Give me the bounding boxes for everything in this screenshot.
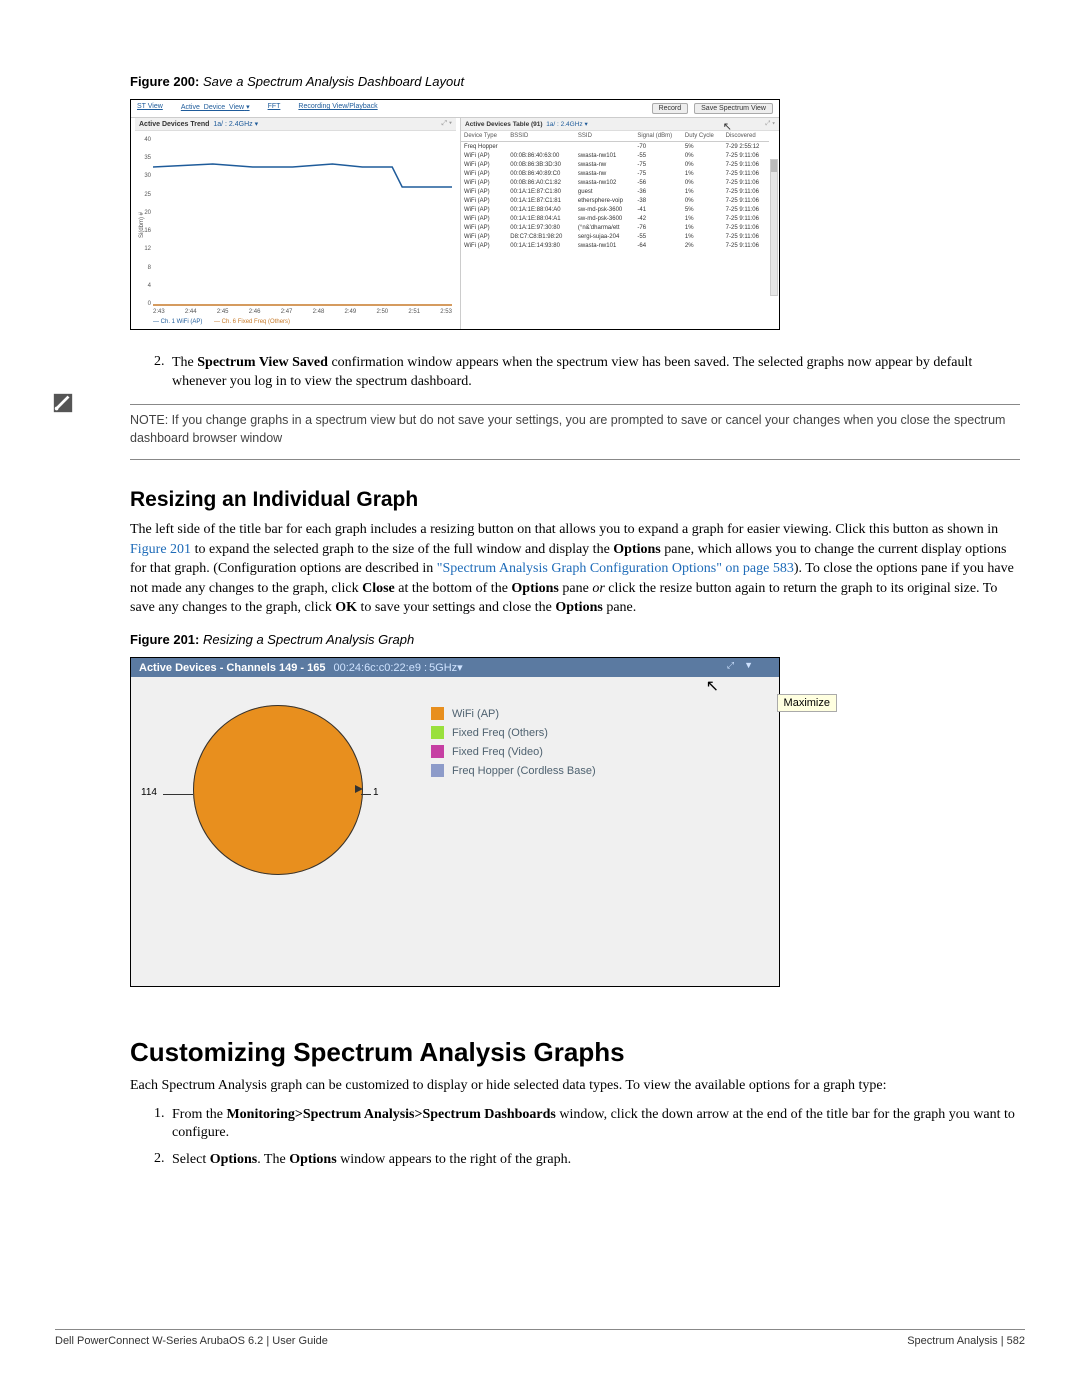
tab-fft[interactable]: FFT <box>268 103 281 114</box>
trend-legend: — Ch. 1 WiFi (AP) — Ch. 6 Fixed Freq (Ot… <box>153 319 456 325</box>
table-radio-selector[interactable]: 1a/ : 2.4GHz ▾ <box>546 121 588 128</box>
heading-customizing: Customizing Spectrum Analysis Graphs <box>130 1037 1020 1068</box>
figure201-graph-panel: Active Devices - Channels 149 - 165 00:2… <box>130 657 780 987</box>
custom-step-1: 1. From the Monitoring>Spectrum Analysis… <box>154 1106 1020 1144</box>
figure200-dashboard: ST View Active_Device_View ▾ FFT Recordi… <box>130 99 780 330</box>
save-spectrum-view-button[interactable]: Save Spectrum View ↖ <box>694 103 773 114</box>
page-footer: Dell PowerConnect W-Series ArubaOS 6.2 |… <box>55 1329 1025 1347</box>
scrollbar[interactable] <box>770 159 778 296</box>
figure200-label: Figure 200: <box>130 74 199 89</box>
trend-radio-selector[interactable]: 1a/ : 2.4GHz ▾ <box>213 121 258 128</box>
table-row: WiFi (AP)00:1A:1E:87:C1:81ethersphere-vo… <box>461 196 769 205</box>
link-figure201[interactable]: Figure 201 <box>130 542 191 557</box>
table-row: WiFi (AP)00:1A:1E:88:04:A0sw-md-psk-3600… <box>461 205 769 214</box>
footer-right: Spectrum Analysis | 582 <box>907 1335 1025 1347</box>
tab-stview[interactable]: ST View <box>137 103 163 114</box>
band-selector[interactable]: 5GHz▾ <box>429 661 463 674</box>
table-row: WiFi (AP)00:1A:1E:97:30:80(°n&'dharma/et… <box>461 223 769 232</box>
resize-handle-icon[interactable]: ⤢ ▾ <box>765 120 775 128</box>
active-devices-table-title: Active Devices Table (91) 1a/ : 2.4GHz ▾… <box>461 118 779 131</box>
scrollbar-thumb[interactable] <box>771 160 777 172</box>
y-axis: 40 35 30 25 20 16 12 8 4 0 <box>139 137 151 307</box>
cursor-icon: ↖ <box>706 676 719 696</box>
table-row: WiFi (AP)00:1A:1E:87:C1:80guest-361%7-25… <box>461 187 769 196</box>
table-row: Freq Hopper-705%7-29 2:55:12 <box>461 142 769 152</box>
active-devices-table: Device Type BSSID SSID Signal (dBm) Duty… <box>461 131 769 250</box>
trend-chart: Si(dbm) # 40 35 30 25 20 16 12 8 4 0 <box>153 137 452 307</box>
table-row: WiFi (AP)D8:C7:C8:B1:98:20sergi-sujaa-20… <box>461 232 769 241</box>
figure200-title: Save a Spectrum Analysis Dashboard Layou… <box>203 74 464 89</box>
figure201-title: Resizing a Spectrum Analysis Graph <box>203 632 414 647</box>
resize-handle-icon[interactable]: ⤢ ▾ <box>442 120 453 128</box>
tab-recording[interactable]: Recording View/Playback <box>298 103 377 114</box>
note-text: NOTE: If you change graphs in a spectrum… <box>130 411 1020 447</box>
record-button[interactable]: Record <box>652 103 689 114</box>
figure200-caption: Figure 200: Save a Spectrum Analysis Das… <box>130 74 1020 89</box>
table-row: WiFi (AP)00:0B:86:A0:C1:82swasta-nw102-5… <box>461 178 769 187</box>
tab-active-device-view[interactable]: Active_Device_View ▾ <box>181 103 250 114</box>
step-2: 2. The Spectrum View Saved confirmation … <box>154 354 1020 392</box>
table-row: WiFi (AP)00:0B:86:40:63:00swasta-nw101-5… <box>461 151 769 160</box>
divider <box>130 404 1020 405</box>
table-row: WiFi (AP)00:1A:1E:88:04:A1sw-md-psk-3600… <box>461 214 769 223</box>
pie-legend: WiFi (AP) Fixed Freq (Others) Fixed Freq… <box>431 707 596 885</box>
heading-resizing: Resizing an Individual Graph <box>130 488 1020 512</box>
table-row: WiFi (AP)00:1A:1E:14:93:80swasta-nw101-6… <box>461 241 769 250</box>
maximize-tooltip: Maximize <box>777 694 837 712</box>
table-row: WiFi (AP)00:0B:86:3B:3D:30swasta-nw-750%… <box>461 160 769 169</box>
note-icon <box>52 392 74 414</box>
x-axis: 2:43 2:44 2:45 2:46 2:47 2:48 2:49 2:50 … <box>153 309 452 315</box>
paragraph-customizing: Each Spectrum Analysis graph can be cust… <box>130 1076 1020 1096</box>
custom-step-2: 2. Select Options. The Options window ap… <box>154 1151 1020 1170</box>
figure201-label: Figure 201: <box>130 632 199 647</box>
graph-title-bar: Active Devices - Channels 149 - 165 00:2… <box>131 658 779 677</box>
resize-icon[interactable]: ⤢ <box>727 660 734 671</box>
table-row: WiFi (AP)00:0B:86:40:89:C0swasta-nw-751%… <box>461 169 769 178</box>
pie-value-right: 1 <box>373 787 379 798</box>
paragraph-resizing: The left side of the title bar for each … <box>130 520 1020 618</box>
pie-value-left: 114 <box>141 787 157 798</box>
divider <box>130 459 1020 460</box>
figure201-caption: Figure 201: Resizing a Spectrum Analysis… <box>130 632 1020 647</box>
chevron-down-icon[interactable]: ▼ <box>744 660 753 671</box>
active-devices-trend-title: Active Devices Trend 1a/ : 2.4GHz ▾ ⤢ ▾ <box>135 118 456 131</box>
pie-chart: 114 1 <box>141 705 401 885</box>
footer-left: Dell PowerConnect W-Series ArubaOS 6.2 |… <box>55 1335 328 1347</box>
link-spectrum-config-options[interactable]: "Spectrum Analysis Graph Configuration O… <box>437 561 794 576</box>
